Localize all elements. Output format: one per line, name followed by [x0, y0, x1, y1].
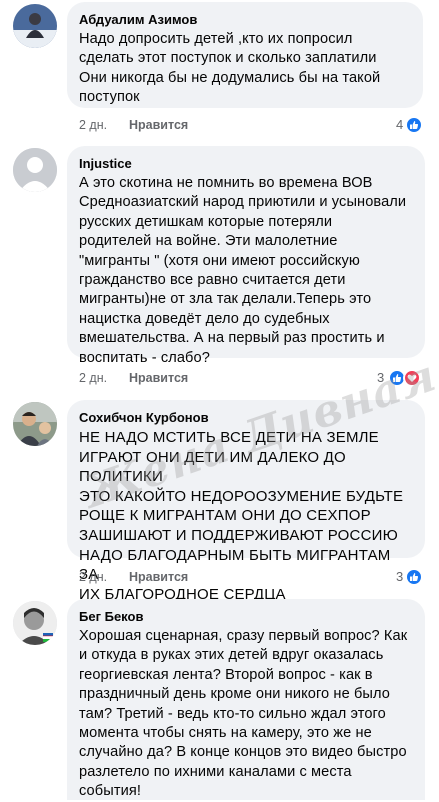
avatar[interactable] — [13, 148, 57, 192]
love-reaction-icon — [403, 369, 421, 387]
avatar[interactable] — [13, 601, 57, 645]
comment-text: Надо допросить детей ,кто их попросил сд… — [79, 31, 381, 106]
comment-time[interactable]: 2 дн. — [79, 568, 107, 586]
reaction-count: 3 — [396, 569, 404, 584]
reaction-count: 3 — [377, 370, 385, 385]
reaction-count: 4 — [396, 117, 404, 132]
user-photo-icon — [13, 402, 57, 446]
comment-author[interactable]: Injustice — [79, 155, 413, 172]
comment-time[interactable]: 2 дн. — [79, 369, 107, 387]
comment-text: А это скотина не помнить во времена ВОВ … — [79, 175, 407, 366]
like-reaction-icon — [405, 568, 423, 586]
user-photo-icon — [13, 4, 57, 48]
comment-bubble: Сохибчон Курбонов НЕ НАДО МСТИТЬ ВСЕ ДЕТ… — [67, 400, 425, 603]
comment-time[interactable]: 2 дн. — [79, 116, 107, 134]
reaction-summary[interactable]: 4 — [394, 116, 434, 134]
user-photo-icon — [13, 601, 57, 645]
comment-author[interactable]: Абдуалим Азимов — [79, 11, 411, 28]
like-button[interactable]: Нравится — [129, 568, 188, 586]
like-reaction-icon — [405, 116, 423, 134]
avatar[interactable] — [13, 4, 57, 48]
comment-bubble: Бег Беков Хорошая сценарная, сразу первы… — [67, 599, 425, 800]
comment-bubble: Абдуалим Азимов Надо допросить детей ,кт… — [67, 2, 423, 108]
comment-text: Хорошая сценарная, сразу первый вопрос? … — [79, 628, 408, 800]
comment-author[interactable]: Сохибчон Курбонов — [79, 409, 413, 426]
comment-bubble: Injustice А это скотина не помнить во вр… — [67, 146, 425, 366]
avatar[interactable] — [13, 402, 57, 446]
reaction-summary[interactable]: 3 — [394, 568, 434, 586]
default-avatar-icon — [13, 148, 57, 192]
reaction-summary[interactable]: 3 — [377, 369, 437, 387]
like-button[interactable]: Нравится — [129, 369, 188, 387]
like-button[interactable]: Нравится — [129, 116, 188, 134]
comment-author[interactable]: Бег Беков — [79, 608, 413, 625]
